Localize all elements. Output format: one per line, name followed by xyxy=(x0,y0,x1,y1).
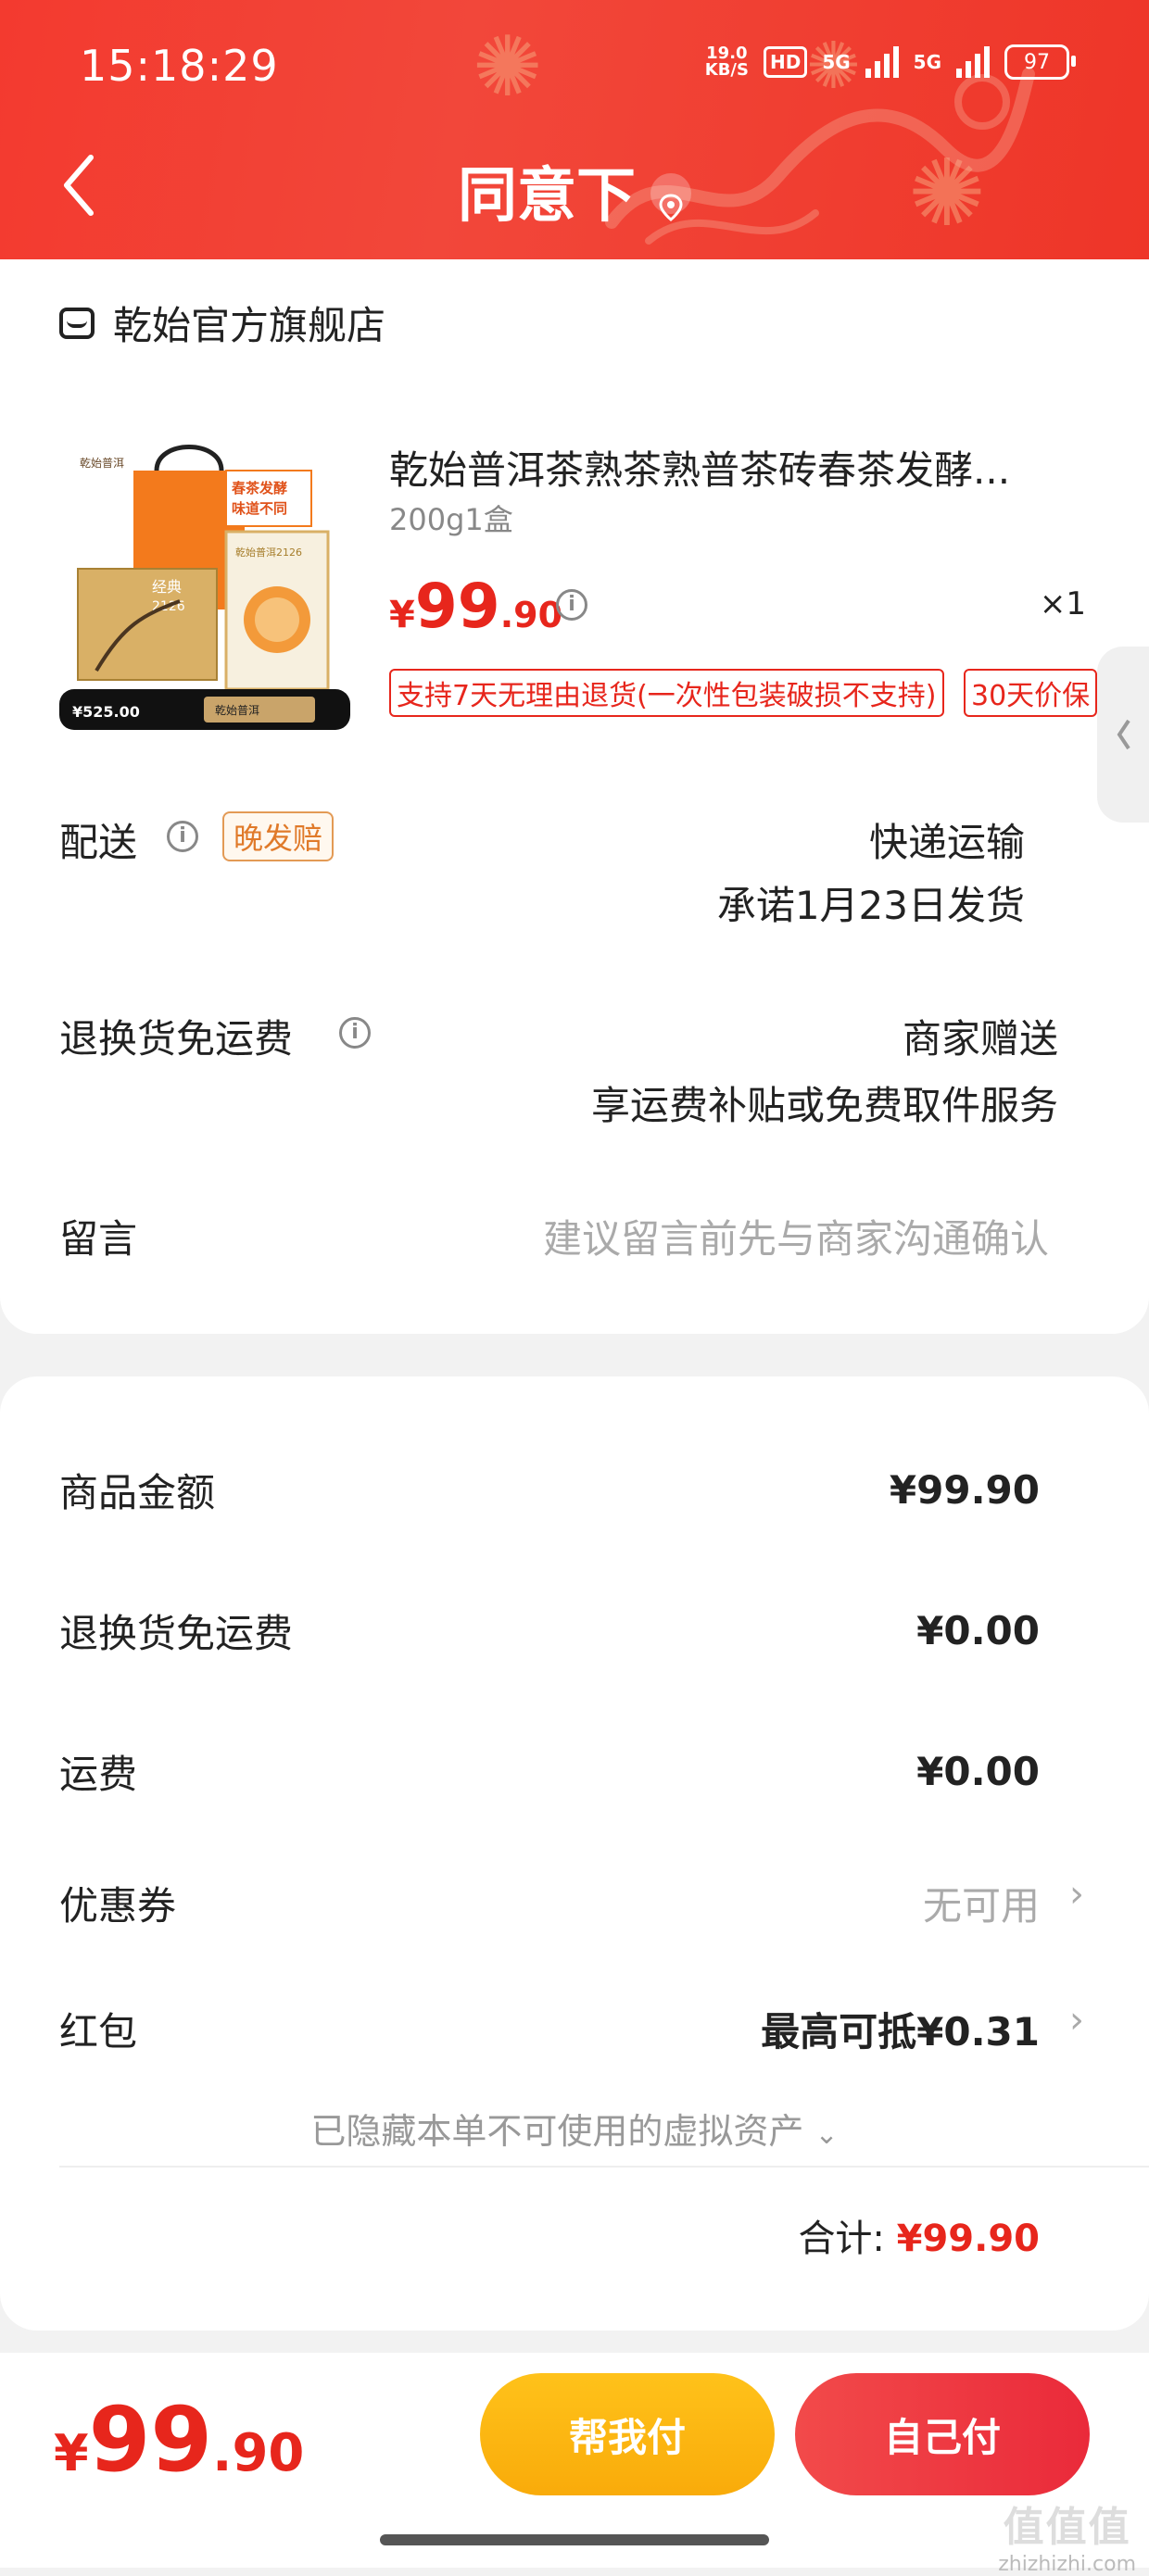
network-5g-label: 5G xyxy=(913,51,941,73)
side-drawer-tab[interactable] xyxy=(1097,647,1149,823)
product-spec[interactable]: 200g1盒 xyxy=(389,496,513,539)
status-time: 15:18:29 xyxy=(80,41,279,91)
late-compensation-tag: 晚发赔 xyxy=(222,811,335,861)
product-image-slogan: 味道不同 xyxy=(232,500,287,517)
pay-myself-button[interactable]: 自己付 xyxy=(795,2373,1090,2495)
store-icon xyxy=(59,307,95,339)
chevron-left-icon xyxy=(1117,719,1130,750)
firework-decoration: ✺ xyxy=(473,19,543,116)
goods-amount-label: 商品金额 xyxy=(59,1470,216,1515)
message-input[interactable]: 建议留言前先与商家沟通确认 xyxy=(543,1208,1049,1264)
goods-amount-value: ¥99.90 xyxy=(889,1467,1040,1513)
product-image-price-badge: ¥525.00 xyxy=(72,703,140,721)
red-packet-value[interactable]: 最高可抵¥0.31 xyxy=(761,2001,1040,2057)
total-label: 合计: xyxy=(798,2218,885,2260)
product-quantity: ×1 xyxy=(1039,585,1086,622)
product-price: ¥99.90 xyxy=(389,571,563,642)
help-me-pay-button[interactable]: 帮我付 xyxy=(480,2373,775,2495)
order-summary-card xyxy=(0,1376,1149,2331)
network-5g-label: 5G xyxy=(822,51,851,73)
delivery-info-icon[interactable]: i xyxy=(167,821,198,852)
store-name: 乾始官方旗舰店 xyxy=(113,303,386,348)
product-name[interactable]: 乾始普洱茶熟茶熟普茶砖春茶发酵... xyxy=(389,439,1075,496)
status-icons: 19.0 KB/S HD 5G 5G 97 xyxy=(704,44,1076,80)
product-image-slogan: 春茶发酵 xyxy=(232,480,287,496)
bottom-total-price: ¥99.90 xyxy=(54,2388,305,2492)
battery-icon: 97 xyxy=(1004,44,1076,80)
delivery-method[interactable]: 快递运输 xyxy=(869,811,1025,868)
return-policy-tag: 支持7天无理由退货(一次性包装破损不支持) xyxy=(389,669,944,717)
product-image-banner: 乾始普洱 xyxy=(215,704,259,717)
freight-value: ¥0.00 xyxy=(916,1749,1040,1794)
watermark: 值值值 zhizhizhi.com xyxy=(998,2504,1136,2576)
order-total: 合计: ¥99.90 xyxy=(798,2208,1040,2262)
delivery-label: 配送 xyxy=(59,820,138,865)
total-value: ¥99.90 xyxy=(896,2218,1040,2260)
return-fee-label: 退换货免运费 xyxy=(59,1611,294,1656)
product-image-tin-label: 乾始普洱2126 xyxy=(235,546,302,559)
freight-label: 运费 xyxy=(59,1752,138,1797)
page-header: ✺ ✺ ✺ 15:18:29 19.0 KB/S HD 5G 5G 97 同意下 xyxy=(0,0,1149,269)
chevron-down-icon: ⌄ xyxy=(814,2118,839,2151)
price-info-icon[interactable]: i xyxy=(556,589,587,621)
price-protect-tag: 30天价保 xyxy=(964,669,1098,717)
location-pin-icon[interactable] xyxy=(650,173,691,222)
home-indicator[interactable] xyxy=(380,2534,769,2545)
page-title: 同意下 xyxy=(0,148,1149,233)
hidden-assets-toggle[interactable]: 已隐藏本单不可使用的虚拟资产 ⌄ xyxy=(0,2103,1149,2154)
signal-bars-icon xyxy=(865,46,899,78)
return-shipping-line2: 享运费补贴或免费取件服务 xyxy=(590,1083,1058,1128)
return-shipping-info-icon[interactable]: i xyxy=(339,1017,371,1049)
return-shipping-line1: 商家赠送 xyxy=(902,1016,1058,1062)
product-image-brand: 乾始普洱 xyxy=(80,457,124,470)
hd-icon: HD xyxy=(763,46,808,78)
order-item-card xyxy=(0,259,1149,1334)
network-speed: 19.0 KB/S xyxy=(704,44,749,80)
product-image-box-label: 经典 xyxy=(152,578,182,596)
chevron-right-icon[interactable]: › xyxy=(1069,1873,1084,1916)
coupon-label: 优惠券 xyxy=(59,1883,177,1929)
message-label: 留言 xyxy=(59,1216,138,1262)
coupon-value[interactable]: 无可用 xyxy=(923,1875,1040,1931)
return-shipping-label: 退换货免运费 xyxy=(59,1016,294,1062)
store-name-row[interactable]: 乾始官方旗舰店 xyxy=(59,295,385,351)
red-packet-label: 红包 xyxy=(59,2009,138,2055)
divider xyxy=(59,2166,1149,2168)
signal-bars-icon xyxy=(956,46,990,78)
product-image[interactable]: 乾始普洱 春茶发酵 味道不同 经典 2126 乾始普洱2126 ¥525.00 … xyxy=(59,439,350,730)
return-fee-value: ¥0.00 xyxy=(916,1608,1040,1653)
delivery-promise: 承诺1月23日发货 xyxy=(716,883,1025,928)
chevron-right-icon[interactable]: › xyxy=(1069,1999,1084,2042)
